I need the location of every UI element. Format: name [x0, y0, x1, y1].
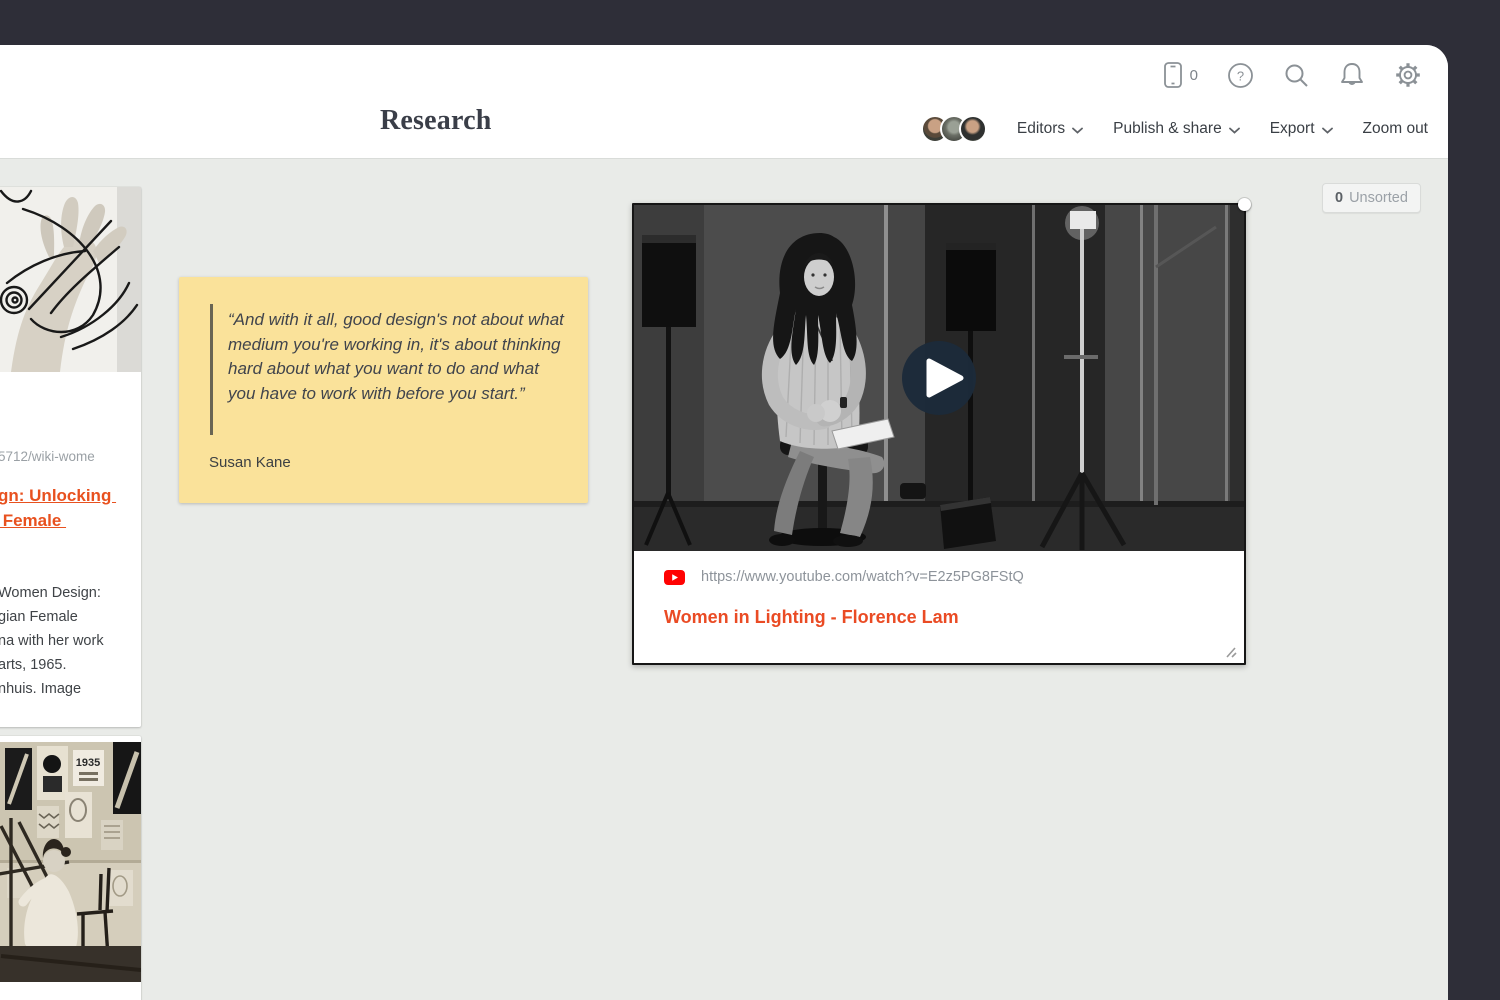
video-url-row: https://www.youtube.com/watch?v=E2z5PG8F… [664, 569, 1024, 585]
export-menu[interactable]: Export [1270, 120, 1333, 138]
unsorted-badge[interactable]: 0 Unsorted [1322, 183, 1421, 213]
chevron-down-icon [1072, 127, 1083, 134]
svg-text:?: ? [1237, 68, 1244, 83]
unsorted-label: Unsorted [1349, 190, 1408, 206]
link-url-fragment: 5712/wiki-wome [0, 449, 95, 464]
poster-year: 1935 [76, 757, 100, 769]
quote-bar [210, 304, 213, 435]
notifications-icon [1339, 61, 1365, 89]
settings-button[interactable] [1394, 61, 1422, 89]
avatar[interactable] [959, 115, 987, 143]
board-title[interactable]: Research [380, 105, 492, 137]
resize-handle-icon[interactable] [1223, 646, 1237, 658]
poster-photo-card[interactable]: 1935 [0, 736, 141, 1000]
link-title[interactable]: gn: Unlocking Female [0, 484, 116, 533]
quote-text: “And with it all, good design's not abou… [228, 308, 566, 406]
board-canvas[interactable]: 0 Unsorted [0, 159, 1448, 1000]
link-card[interactable]: 5712/wiki-wome gn: Unlocking Female Wome… [0, 187, 141, 727]
play-button[interactable] [902, 341, 976, 415]
help-button[interactable]: ? [1227, 62, 1254, 89]
toolbar-icon-row: 0 ? [1162, 61, 1422, 89]
board-menu-row: Editors Publish & share Export Zoom out [921, 113, 1428, 145]
settings-icon [1394, 61, 1422, 89]
selection-handle[interactable] [1238, 198, 1251, 211]
video-url[interactable]: https://www.youtube.com/watch?v=E2z5PG8F… [701, 569, 1024, 585]
unsorted-count: 0 [1335, 190, 1343, 206]
chevron-down-icon [1322, 127, 1333, 134]
video-title[interactable]: Women in Lighting - Florence Lam [664, 607, 959, 628]
zoom-out-button[interactable]: Zoom out [1363, 120, 1428, 138]
workshop-photo: 1935 [0, 742, 141, 982]
hand-wire-photo [0, 187, 141, 372]
editors-menu[interactable]: Editors [1017, 120, 1083, 138]
quote-note-card[interactable]: “And with it all, good design's not abou… [179, 277, 588, 503]
youtube-icon [664, 570, 685, 585]
app-window: Research 0 ? [0, 45, 1448, 1000]
chevron-down-icon [1229, 127, 1240, 134]
mobile-icon [1162, 61, 1184, 89]
notifications-button[interactable] [1339, 61, 1365, 89]
video-thumbnail [634, 205, 1244, 551]
board-header: Research 0 ? [0, 45, 1448, 159]
mobile-count: 0 [1190, 67, 1198, 84]
search-icon [1283, 62, 1310, 89]
help-icon: ? [1227, 62, 1254, 89]
video-card[interactable]: https://www.youtube.com/watch?v=E2z5PG8F… [632, 203, 1246, 665]
quote-author: Susan Kane [209, 454, 291, 471]
editor-avatars[interactable] [921, 115, 987, 143]
link-description: Women Design: gian Female na with her wo… [0, 581, 104, 701]
publish-share-menu[interactable]: Publish & share [1113, 120, 1240, 138]
mobile-preview-button[interactable]: 0 [1162, 61, 1198, 89]
search-button[interactable] [1283, 62, 1310, 89]
